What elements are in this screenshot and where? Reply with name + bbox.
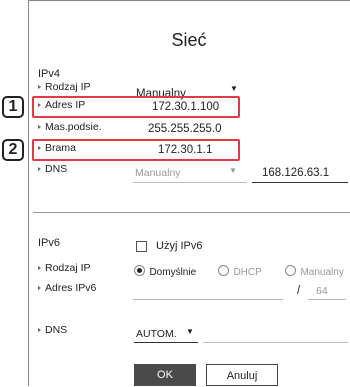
dns-label: DNS [38, 163, 67, 175]
dropdown-arrow-icon: ▼ [229, 166, 237, 175]
ipv6-address-label: Adres IPv6 [38, 282, 96, 294]
ipv6-section-label: IPv6 [38, 237, 61, 249]
subnet-mask-label: Mas.podsie. [38, 121, 102, 133]
arrow-right-icon [38, 103, 41, 108]
callout-badge-1: 1 [2, 96, 24, 118]
ok-button[interactable]: OK [134, 364, 196, 386]
radio-selected-icon [134, 265, 145, 277]
ipv6-prefix-field[interactable]: 64 [308, 283, 346, 300]
ipv6-mode-label: Rodzaj IP [38, 262, 91, 274]
subnet-mask-field[interactable]: 255.255.255.0 [148, 123, 222, 135]
arrow-right-icon [38, 167, 41, 172]
section-divider [33, 212, 350, 213]
radio-dhcp[interactable]: DHCP [218, 262, 262, 280]
cancel-button[interactable]: Anuluj [206, 364, 278, 386]
arrow-right-icon [38, 286, 41, 291]
ip-address-label: Adres IP [38, 99, 85, 111]
arrow-right-icon [38, 125, 41, 130]
dropdown-arrow-icon: ▼ [230, 84, 238, 93]
arrow-right-icon [38, 85, 41, 90]
radio-default[interactable]: Domyślnie [134, 262, 196, 280]
ipv6-dns-label: DNS [38, 324, 67, 336]
radio-manual[interactable]: Manualny [285, 262, 344, 280]
callout-badge-2: 2 [2, 139, 24, 161]
ipv6-dns-mode-select[interactable]: AUTOM. ▼ [134, 326, 198, 343]
arrow-right-icon [38, 146, 41, 151]
dropdown-arrow-icon: ▼ [186, 327, 194, 336]
gateway-field[interactable]: 172.30.1.1 [158, 144, 212, 156]
ipv6-address-field[interactable] [133, 283, 283, 300]
ipv6-dns-server-field[interactable] [203, 326, 348, 343]
prefix-separator: / [297, 285, 301, 297]
dns-server-field[interactable]: 168.126.63.1 [252, 165, 348, 183]
radio-unselected-icon [218, 265, 229, 277]
arrow-right-icon [38, 328, 41, 333]
use-ipv6-label: Użyj IPv6 [156, 240, 203, 252]
dns-mode-select[interactable]: Manualny ▼ [133, 165, 247, 183]
radio-unselected-icon [285, 265, 296, 277]
ipv4-mode-label: Rodzaj IP [38, 81, 91, 93]
ipv4-section-label: IPv4 [38, 68, 61, 80]
ip-address-field[interactable]: 172.30.1.100 [152, 101, 219, 113]
arrow-right-icon [38, 266, 41, 271]
use-ipv6-checkbox[interactable] [136, 241, 147, 252]
page-title: Sieć [171, 30, 207, 50]
gateway-label: Brama [38, 142, 76, 154]
